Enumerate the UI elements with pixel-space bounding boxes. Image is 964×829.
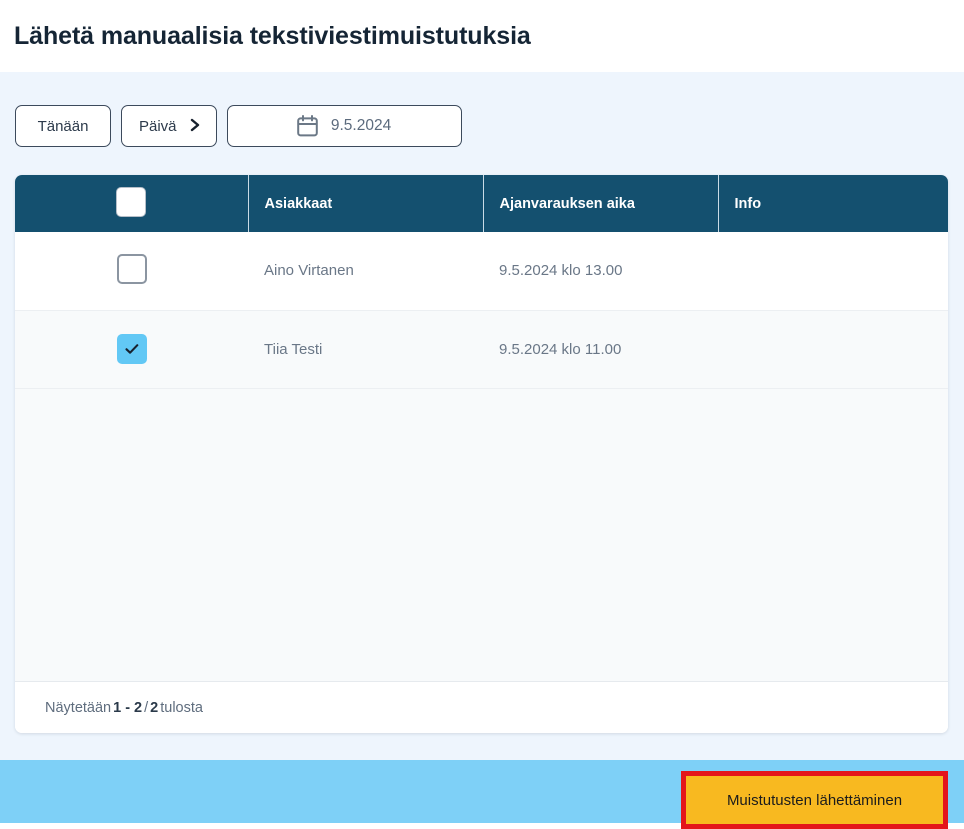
table-header-row: Asiakkaat Ajanvarauksen aika Info: [15, 175, 948, 232]
results-range: 1 - 2: [113, 699, 143, 716]
toolbar: Tänään Päivä 9.5.2024: [0, 72, 964, 147]
cell-info: [718, 232, 948, 310]
table-row[interactable]: Tiia Testi 9.5.2024 klo 11.00: [15, 309, 948, 389]
page-header: Lähetä manuaalisia tekstiviestimuistutuk…: [0, 0, 964, 72]
checkmark-icon: [124, 344, 138, 354]
table-row[interactable]: Aino Virtanen 9.5.2024 klo 13.00: [15, 232, 948, 310]
appointments-table-card: Asiakkaat Ajanvarauksen aika Info Aino V…: [15, 175, 948, 733]
cell-time: 9.5.2024 klo 13.00: [483, 232, 718, 310]
column-header-time[interactable]: Ajanvarauksen aika: [483, 175, 719, 232]
action-bar: Muistutusten lähettäminen: [0, 760, 964, 829]
period-button[interactable]: Päivä: [121, 105, 217, 147]
results-total: 2: [150, 699, 159, 716]
today-button-label: Tänään: [37, 117, 89, 135]
column-header-info[interactable]: Info: [718, 175, 948, 232]
table-empty-space: [15, 388, 948, 681]
select-all-header-cell: [15, 175, 249, 232]
date-picker-value: 9.5.2024: [330, 117, 392, 134]
cell-customer: Aino Virtanen: [248, 232, 483, 310]
row-checkbox[interactable]: [116, 253, 147, 284]
table-footer: Näytetään 1 - 2 / 2 tulosta: [15, 681, 948, 733]
select-all-checkbox[interactable]: [116, 186, 147, 217]
period-button-label: Päivä: [139, 117, 177, 135]
send-button-highlight: Muistutusten lähettäminen: [681, 771, 948, 829]
page-title: Lähetä manuaalisia tekstiviestimuistutuk…: [14, 21, 531, 50]
table-body: Aino Virtanen 9.5.2024 klo 13.00 Tiia Te…: [15, 232, 948, 389]
date-picker-button[interactable]: 9.5.2024: [226, 105, 462, 147]
cell-info: [718, 309, 948, 389]
chevron-right-icon: [190, 118, 201, 135]
appointments-table: Asiakkaat Ajanvarauksen aika Info Aino V…: [15, 175, 948, 389]
cell-customer: Tiia Testi: [248, 309, 483, 389]
send-reminders-button[interactable]: Muistutusten lähettäminen: [686, 776, 943, 824]
content-area: Tänään Päivä 9.5.2024 Asiakkaat Ajanvara…: [0, 72, 964, 760]
row-checkbox[interactable]: [116, 334, 147, 364]
column-header-customer[interactable]: Asiakkaat: [248, 175, 484, 232]
row-select-cell: [15, 309, 248, 389]
cell-time: 9.5.2024 klo 11.00: [483, 309, 718, 389]
table-header: Asiakkaat Ajanvarauksen aika Info: [15, 175, 948, 232]
results-separator: /: [144, 699, 149, 716]
today-button[interactable]: Tänään: [15, 105, 111, 147]
row-select-cell: [15, 232, 248, 310]
calendar-icon: [297, 115, 318, 137]
results-prefix: Näytetään: [45, 699, 112, 716]
results-suffix: tulosta: [160, 699, 203, 716]
